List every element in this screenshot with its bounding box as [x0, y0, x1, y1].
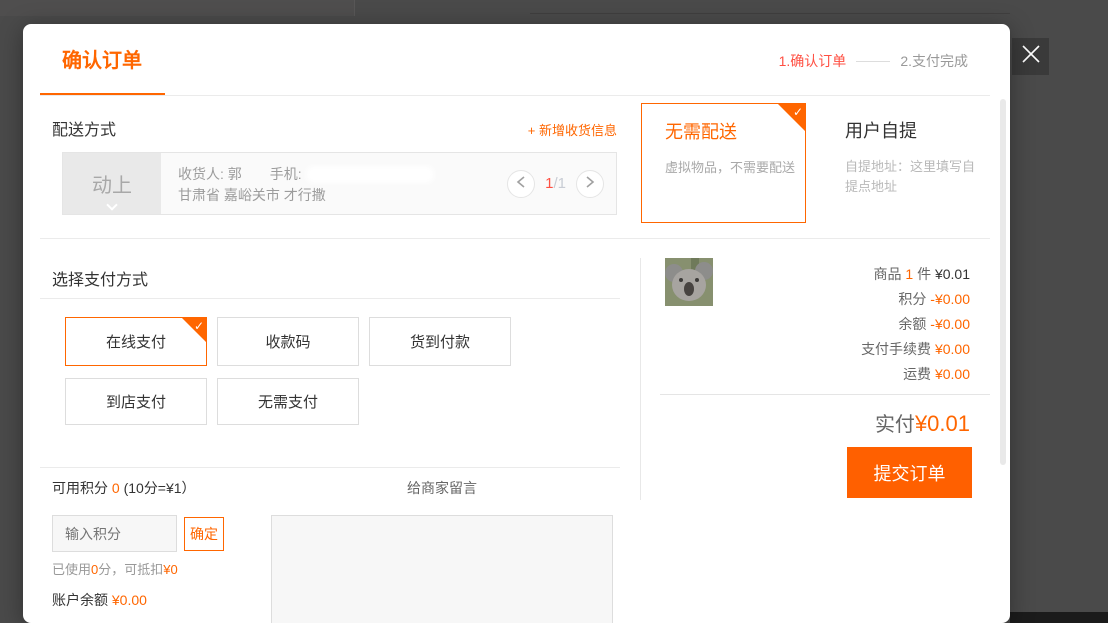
address-tag-label: 动上: [92, 169, 132, 198]
payment-section-title: 选择支付方式: [52, 266, 148, 290]
total-payable: 实付¥0.01: [875, 408, 970, 437]
delivery-option-no-shipping[interactable]: 无需配送 虚拟物品，不需要配送 ✓: [641, 103, 806, 223]
modal-title: 确认订单: [62, 44, 142, 73]
address-region: 甘肃省 嘉峪关市 才行撒: [178, 185, 434, 206]
section-divider: [40, 238, 990, 239]
receiver: 收货人: 郭: [178, 164, 242, 185]
payment-method-none[interactable]: 无需支付: [217, 378, 359, 425]
header-divider: [40, 95, 990, 96]
step-payment-done: 2.支付完成: [900, 51, 968, 71]
phone-number-redacted: [306, 166, 434, 183]
account-balance: 账户余额 ¥0.00: [52, 590, 147, 610]
add-address-link[interactable]: + 新增收货信息: [528, 120, 617, 139]
points-used: 已使用0分，可抵扣¥0: [52, 559, 178, 578]
points-section-divider: [40, 467, 620, 468]
address-info: 收货人: 郭 手机: 甘肃省 嘉峪关市 才行撒: [161, 153, 434, 214]
background-page-footer: [1010, 612, 1108, 623]
merchant-message-label: 给商家留言: [271, 478, 613, 498]
total-payable-value: ¥0.01: [915, 411, 970, 436]
check-icon: ✓: [793, 105, 803, 119]
points-available: 可用积分 0 (10分=¥1）: [52, 478, 196, 498]
step-connector: [856, 61, 890, 62]
phone-label: 手机:: [270, 164, 302, 185]
summary-row-points: 积分 -¥0.00: [898, 289, 970, 309]
modal-scrollbar[interactable]: [1000, 99, 1006, 465]
pager-next-button[interactable]: [576, 170, 604, 198]
summary-row-goods: 商品 1 件 ¥0.01: [873, 264, 970, 284]
pager-prev-button[interactable]: [507, 170, 535, 198]
option-title: 用户自提: [845, 117, 987, 143]
payment-method-instore[interactable]: 到店支付: [65, 378, 207, 425]
points-confirm-button[interactable]: 确定: [184, 517, 224, 551]
checkout-steps: 1.确认订单 2.支付完成: [779, 51, 968, 71]
column-divider: [640, 258, 641, 500]
payment-method-qr[interactable]: 收款码: [217, 317, 359, 366]
summary-row-fee: 支付手续费 ¥0.00: [861, 339, 970, 359]
address-pager: 1/1: [507, 170, 604, 198]
summary-row-shipping: 运费 ¥0.00: [903, 364, 970, 384]
background-page-remnant: [0, 0, 355, 16]
payment-method-online[interactable]: 在线支付 ✓: [65, 317, 207, 366]
summary-row-balance: 余额 -¥0.00: [898, 314, 970, 334]
summary-divider: [660, 394, 990, 395]
address-tag: 动上: [63, 153, 161, 214]
payment-title-divider: [40, 298, 620, 299]
points-input[interactable]: [52, 515, 177, 552]
close-icon: [1020, 43, 1042, 70]
koala-photo-icon: [665, 258, 713, 306]
points-available-value: 0: [112, 480, 120, 496]
chevron-down-icon: [106, 199, 117, 210]
delivery-option-self-pickup[interactable]: 用户自提 自提地址：这里填写自提点地址: [822, 103, 987, 223]
address-card[interactable]: 动上 收货人: 郭 手机: 甘肃省 嘉峪关市 才行撒 1/1: [62, 152, 617, 215]
delivery-section-title: 配送方式: [52, 116, 116, 140]
merchant-message-textarea[interactable]: [271, 515, 613, 623]
chevron-right-icon: [585, 175, 595, 193]
option-desc: 虚拟物品，不需要配送: [665, 158, 795, 178]
check-icon: ✓: [194, 319, 204, 333]
option-desc: 自提地址：这里填写自提点地址: [845, 157, 975, 197]
step-confirm-order: 1.确认订单: [779, 51, 847, 71]
product-image: [665, 258, 713, 306]
account-balance-value: ¥0.00: [112, 592, 147, 608]
close-button[interactable]: [1012, 38, 1049, 75]
background-page-divider: [530, 13, 1010, 14]
payment-method-cod[interactable]: 货到付款: [369, 317, 511, 366]
chevron-left-icon: [516, 175, 526, 193]
pager-count: 1/1: [545, 175, 566, 192]
confirm-order-modal: 确认订单 1.确认订单 2.支付完成 配送方式 + 新增收货信息 动上 收货人:…: [23, 24, 1010, 623]
submit-order-button[interactable]: 提交订单: [847, 447, 972, 498]
